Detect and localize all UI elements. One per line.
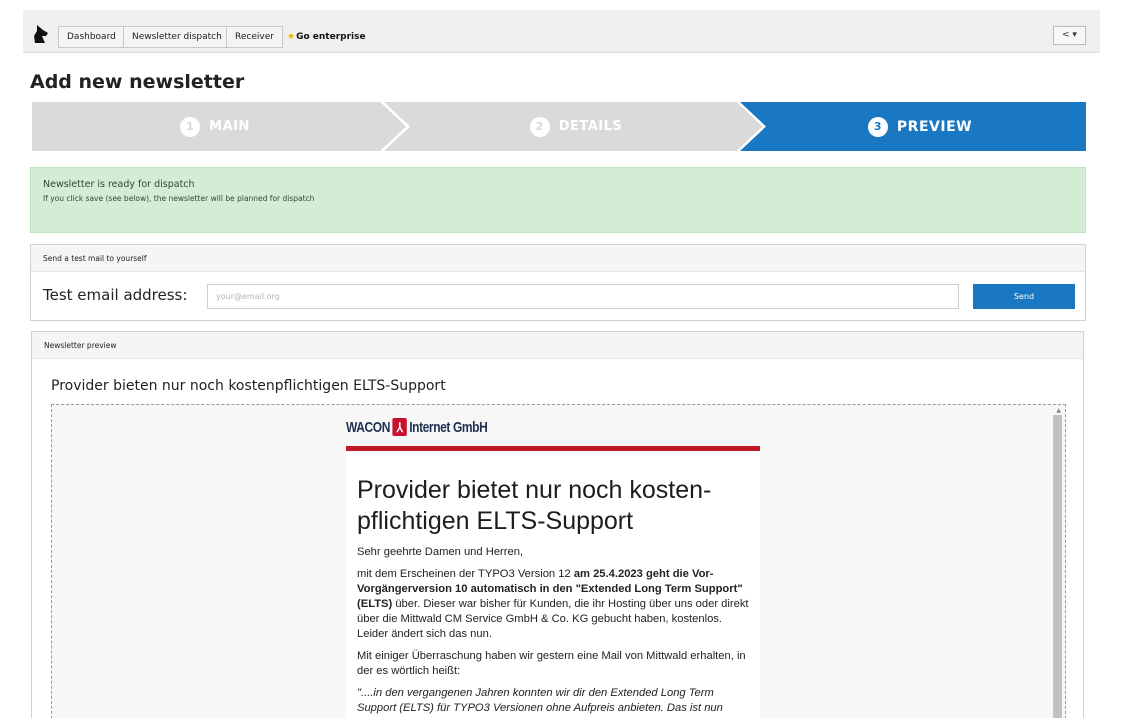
star-icon: ★ <box>287 32 296 42</box>
page-title: Add new newsletter <box>30 71 245 93</box>
test-mail-panel: Send a test mail to yourself Test email … <box>30 244 1086 321</box>
test-email-label: Test email address: <box>43 286 188 304</box>
test-mail-heading: Send a test mail to yourself <box>31 245 1085 272</box>
nav-newsletter-dispatch-button[interactable]: Newsletter dispatch <box>123 26 231 48</box>
email-greeting: Sehr geehrte Damen und Herren, <box>357 546 524 558</box>
brand-left: WACON <box>346 418 390 436</box>
preview-subject: Provider bieten nur noch kostenpflichtig… <box>51 378 446 394</box>
wizard-step-main[interactable]: 1 MAIN <box>32 102 398 151</box>
newsletter-email: WACON ⅄ Internet GmbH Provider bietet nu… <box>346 405 760 718</box>
app-logo-icon[interactable] <box>33 24 49 44</box>
newsletter-preview-panel: Newsletter preview Provider bieten nur n… <box>31 331 1084 718</box>
preview-scrollbar[interactable] <box>1053 415 1062 718</box>
preview-heading: Newsletter preview <box>32 332 1083 359</box>
step-label: MAIN <box>209 119 250 134</box>
success-alert: Newsletter is ready for dispatch If you … <box>30 167 1086 233</box>
email-body: Provider bietet nur noch kosten­pflichti… <box>346 451 760 718</box>
alert-text: If you click save (see below), the newsl… <box>43 194 315 203</box>
brand-mark-icon: ⅄ <box>392 418 407 436</box>
chevron-separator-icon <box>736 102 770 151</box>
wizard-step-details[interactable]: 2 DETAILS <box>398 102 754 151</box>
email-quote: "....in den vergangenen Jahren konnten w… <box>357 686 749 716</box>
wizard-step-preview[interactable]: 3 PREVIEW <box>754 102 1086 151</box>
step-label: PREVIEW <box>896 118 973 135</box>
share-dropdown-button[interactable]: < ▾ <box>1053 26 1086 45</box>
email-headline: Provider bietet nur noch kosten­pflichti… <box>357 476 712 535</box>
alert-title: Newsletter is ready for dispatch <box>43 179 195 190</box>
email-text: mit dem Erscheinen der TYPO3 Version 12 <box>357 568 574 580</box>
nav-receiver-button[interactable]: Receiver <box>226 26 283 48</box>
step-number: 3 <box>867 116 888 137</box>
go-enterprise-link[interactable]: ★Go enterprise <box>287 32 366 42</box>
chevron-separator-icon <box>380 102 410 151</box>
step-label: DETAILS <box>558 119 623 134</box>
top-toolbar: Dashboard Newsletter dispatch Receiver ★… <box>23 10 1100 53</box>
step-number: 2 <box>529 116 550 137</box>
email-text: über. Dieser war bisher für Kunden, die … <box>357 598 749 640</box>
preview-iframe[interactable]: ▲ WACON ⅄ Internet GmbH Provider bietet … <box>51 404 1066 718</box>
email-paragraph-2: Mit einiger Überraschung haben wir geste… <box>357 650 746 677</box>
brand-right: Internet GmbH <box>409 418 488 436</box>
test-email-input[interactable] <box>207 284 959 309</box>
brand-logo: WACON ⅄ Internet GmbH <box>346 417 488 437</box>
step-number: 1 <box>180 116 201 137</box>
send-button[interactable]: Send <box>973 284 1075 309</box>
nav-dashboard-button[interactable]: Dashboard <box>58 26 125 48</box>
email-quote-text: "....in den vergangenen Jahren konnten w… <box>357 687 723 714</box>
email-paragraph-1: mit dem Erscheinen der TYPO3 Version 12 … <box>357 567 749 642</box>
scroll-up-icon[interactable]: ▲ <box>1056 407 1061 414</box>
wizard-steps: 1 MAIN 2 DETAILS 3 PREVIEW <box>32 102 1086 151</box>
go-enterprise-label: Go enterprise <box>296 32 366 42</box>
